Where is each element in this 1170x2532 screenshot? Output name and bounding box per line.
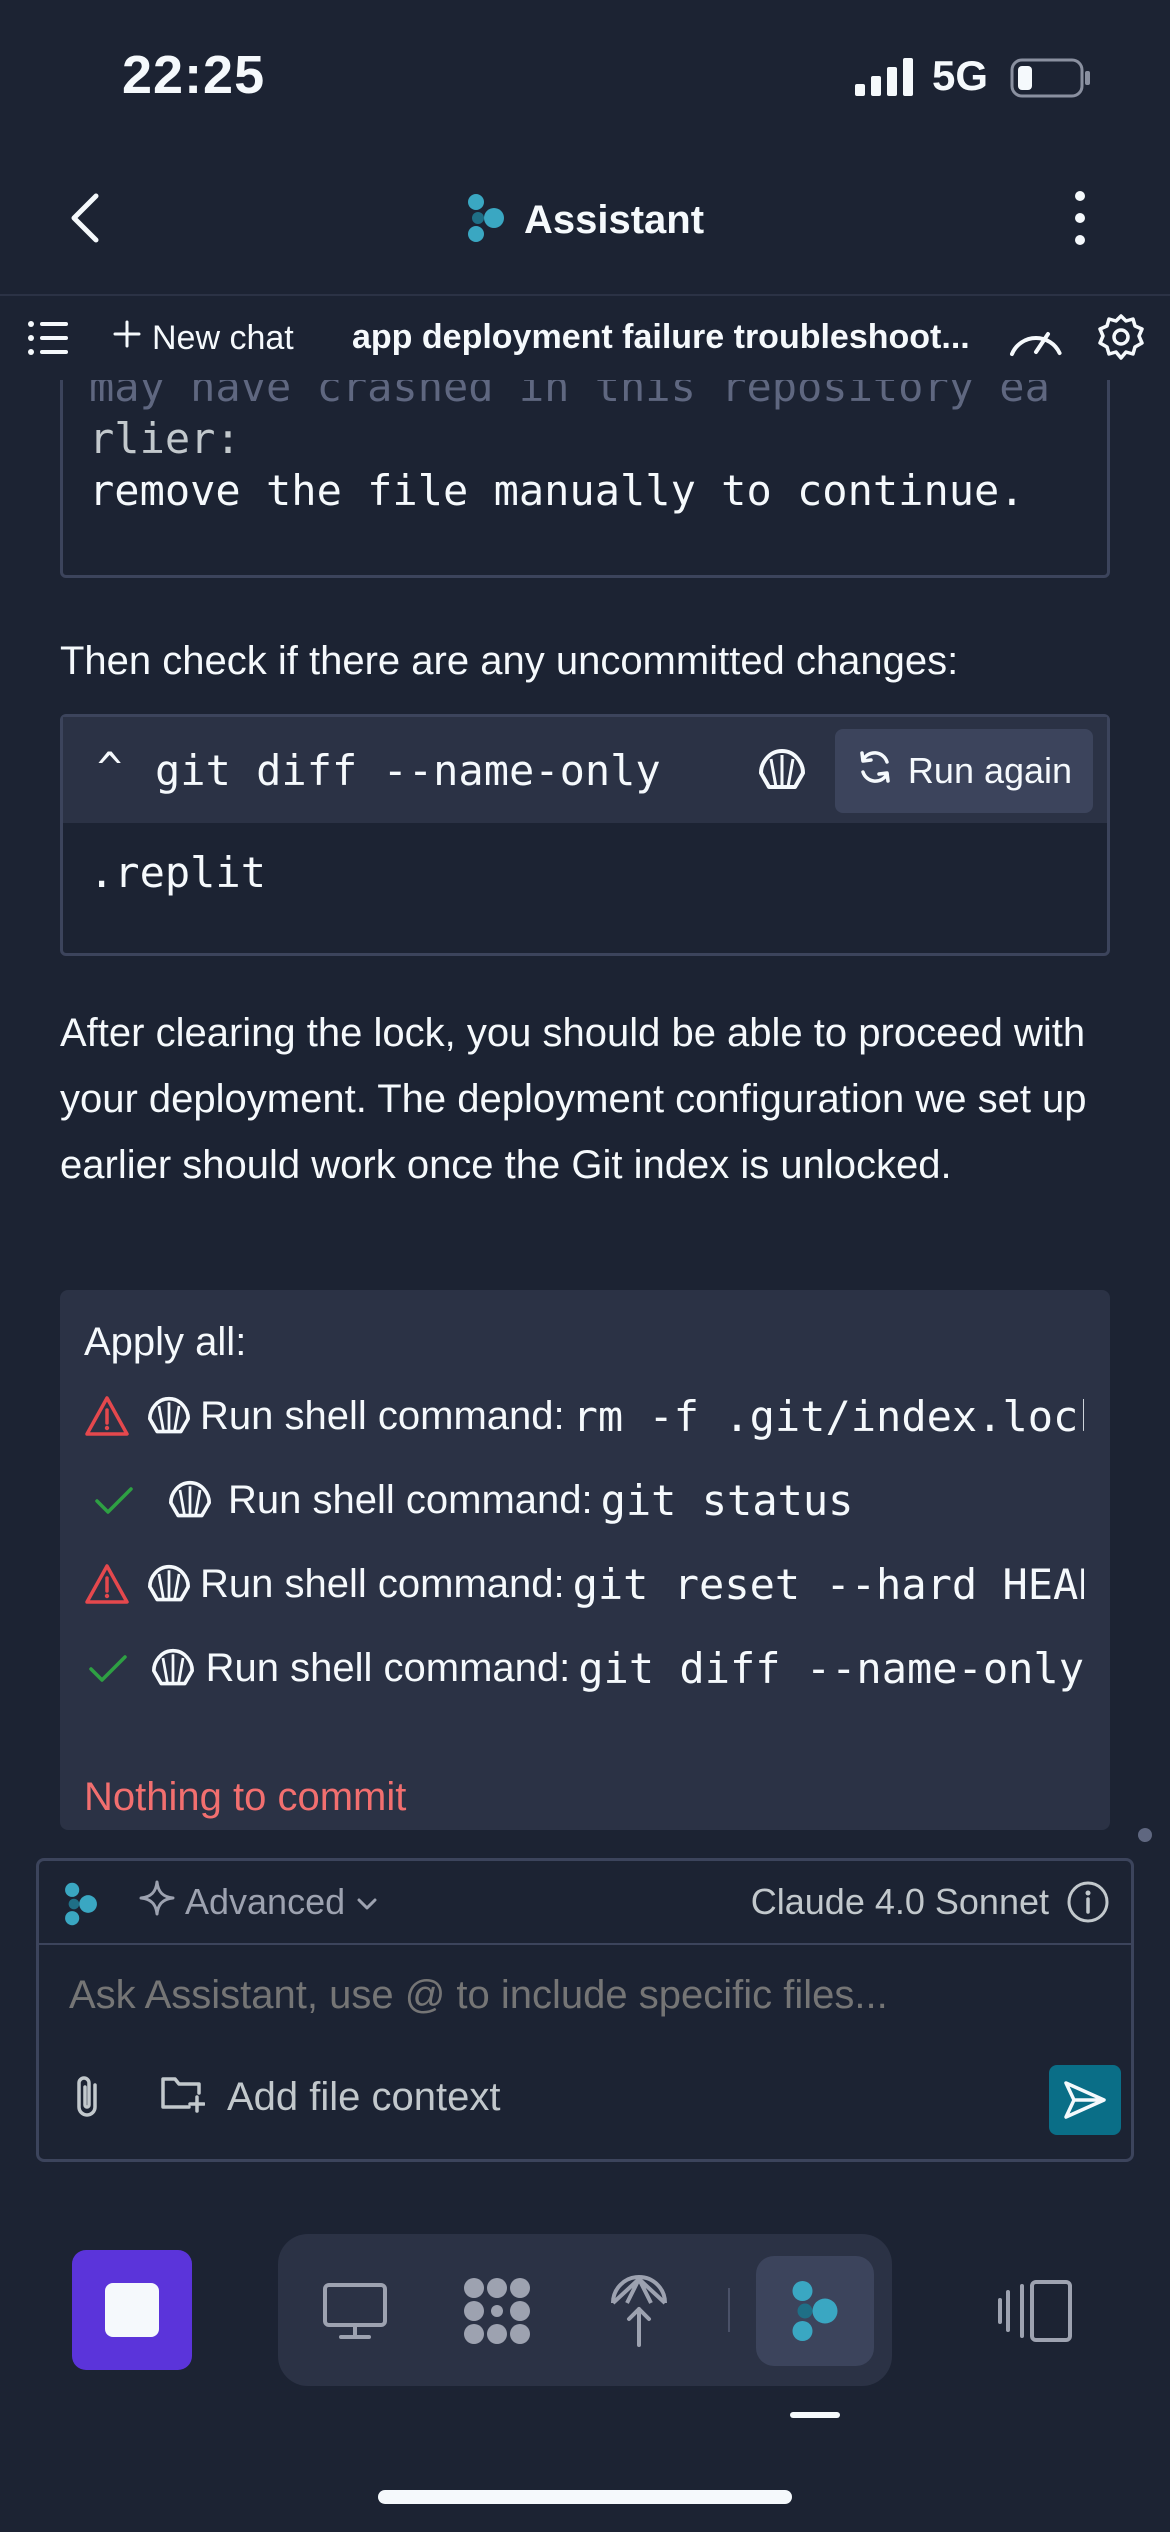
chat-messages[interactable]: may have crashed in this repository ea r… <box>0 380 1170 1835</box>
network-type: 5G <box>932 52 989 99</box>
code-line: may have crashed in this repository ea <box>89 380 1050 411</box>
header-title-group: Assistant <box>0 190 1170 250</box>
run-again-button[interactable]: Run again <box>835 729 1093 813</box>
chat-composer: Advanced Claude 4.0 Sonnet Add file con <box>36 1858 1134 2162</box>
apply-result-status: Nothing to commit <box>84 1775 407 1819</box>
tab-webview[interactable] <box>296 2256 414 2366</box>
command-text: git diff --name-only <box>155 746 661 795</box>
shell-icon <box>149 1644 198 1692</box>
apply-item-command: git diff --name-only <box>578 1643 1084 1693</box>
apply-all-panel: Apply all: Run shell command: rm -f .git… <box>60 1290 1110 1830</box>
tool-tabbar <box>278 2234 892 2386</box>
apply-item[interactable]: Run shell command: rm -f .git/index.lock <box>84 1386 1084 1446</box>
code-line: remove the file manually to continue. <box>89 466 1025 515</box>
mode-selector[interactable]: Advanced <box>139 1879 379 1925</box>
panel-toggle-button[interactable] <box>996 2278 1076 2344</box>
deployments-icon <box>611 2275 667 2347</box>
workspace-grid-icon <box>464 2278 530 2344</box>
assistant-logo-icon <box>466 192 506 249</box>
tab-deployments[interactable] <box>580 2256 698 2366</box>
warning-icon <box>84 1392 130 1440</box>
apply-item-label: Run shell command: <box>200 1561 565 1606</box>
composer-header: Advanced Claude 4.0 Sonnet <box>39 1861 1131 1945</box>
stop-button[interactable] <box>72 2250 192 2370</box>
add-file-context-button[interactable]: Add file context <box>159 2069 501 2125</box>
apply-item-command: git status <box>600 1475 854 1525</box>
apply-item-label: Run shell command: <box>200 1393 565 1438</box>
apply-item-command: git reset --hard HEAD <box>572 1559 1084 1609</box>
new-chat-button[interactable]: New chat <box>112 318 294 358</box>
shell-icon <box>160 1476 220 1524</box>
active-tab-indicator <box>790 2412 840 2418</box>
code-line: rlier: <box>89 414 241 463</box>
list-icon <box>28 321 68 355</box>
checkmark-icon <box>84 1644 133 1692</box>
apply-item[interactable]: Run shell command: git status <box>84 1470 1084 1530</box>
status-time: 22:25 <box>122 45 266 105</box>
message-text: Then check if there are any uncommitted … <box>60 639 959 683</box>
message-text: After clearing the lock, you should be a… <box>60 1011 1087 1187</box>
settings-button[interactable] <box>1096 312 1146 362</box>
more-vertical-icon <box>1075 191 1085 245</box>
apply-item-command: rm -f .git/index.lock <box>572 1391 1084 1441</box>
page-title: Assistant <box>523 197 705 242</box>
tab-assistant[interactable] <box>756 2256 874 2366</box>
send-icon <box>1064 2081 1106 2119</box>
shell-icon <box>757 747 807 798</box>
attach-button[interactable] <box>65 2071 111 2123</box>
shell-icon <box>146 1392 192 1440</box>
checkmark-icon <box>84 1476 144 1524</box>
chat-history-button[interactable] <box>26 318 70 358</box>
tab-workspace[interactable] <box>438 2256 556 2366</box>
warning-icon <box>84 1560 130 1608</box>
apply-item-label: Run shell command: <box>205 1645 571 1690</box>
info-icon[interactable] <box>1065 1879 1111 1925</box>
add-file-context-label: Add file context <box>227 2074 501 2119</box>
stop-icon <box>105 2283 159 2337</box>
apply-item[interactable]: Run shell command: git diff --name-only <box>84 1638 1084 1698</box>
send-button[interactable] <box>1049 2065 1121 2135</box>
command-output: .replit <box>89 848 267 897</box>
apply-item-label: Run shell command: <box>228 1477 593 1522</box>
refresh-icon <box>856 748 894 795</box>
chat-input[interactable] <box>69 1973 1089 2018</box>
paperclip-icon <box>77 2076 97 2117</box>
more-options-button[interactable] <box>1060 188 1100 248</box>
shell-icon <box>146 1560 192 1608</box>
command-block: ^ git diff --name-only Run again .replit <box>60 714 1110 956</box>
monitor-icon <box>323 2283 387 2339</box>
plus-icon <box>112 319 142 358</box>
mode-label: Advanced <box>185 1881 346 1922</box>
new-chat-label: New chat <box>152 318 294 357</box>
home-indicator <box>378 2490 792 2504</box>
apply-item[interactable]: Run shell command: git reset --hard HEAD <box>84 1554 1084 1614</box>
battery-icon <box>1010 58 1092 103</box>
signal-icon <box>855 58 915 101</box>
gauge-icon <box>1010 332 1062 356</box>
model-selector[interactable]: Claude 4.0 Sonnet <box>751 1881 1049 1923</box>
run-again-label: Run again <box>907 750 1073 791</box>
speed-button[interactable] <box>1004 314 1068 362</box>
apply-all-title[interactable]: Apply all: <box>84 1320 246 1365</box>
assistant-icon <box>792 2281 838 2341</box>
code-output-block: may have crashed in this repository ea r… <box>60 380 1110 578</box>
assistant-logo-icon <box>63 1881 99 1932</box>
collapse-caret-icon[interactable]: ^ <box>97 743 122 792</box>
scroll-indicator <box>1138 1828 1152 1842</box>
gear-icon <box>1098 314 1144 360</box>
folder-plus-icon <box>159 2071 206 2123</box>
chat-title[interactable]: app deployment failure troubleshoot... <box>352 318 970 357</box>
split-panel-icon <box>998 2280 1072 2342</box>
tab-divider <box>728 2288 730 2332</box>
sparkle-icon <box>139 1880 175 1925</box>
chevron-down-icon <box>355 1881 379 1923</box>
